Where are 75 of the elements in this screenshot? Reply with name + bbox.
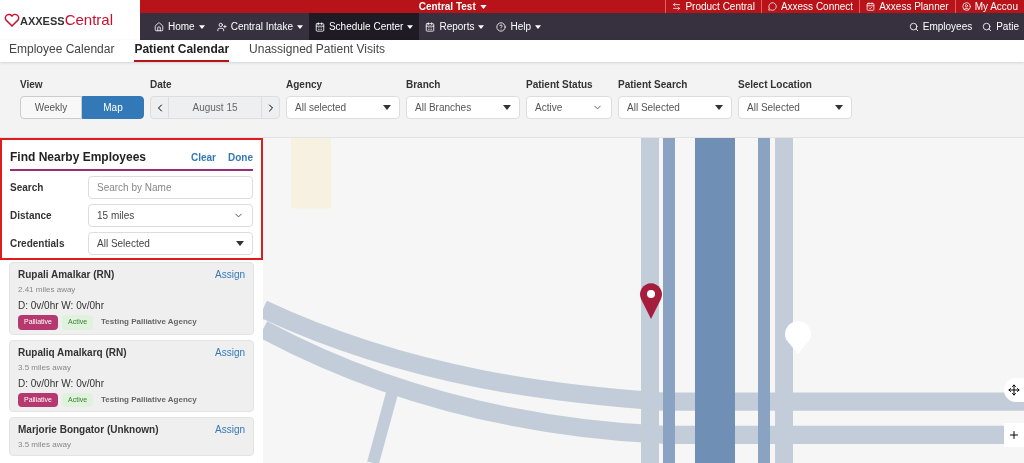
filter-dropdown[interactable]: All Branches (406, 96, 520, 119)
field-label: Credentials (10, 237, 66, 251)
filter-label: View (20, 78, 44, 92)
move-arrows-icon (1008, 384, 1020, 396)
calendar-tab[interactable]: Employee Calendar (9, 40, 115, 62)
calendar-tab[interactable]: Patient Calendar (134, 40, 230, 62)
caret-icon (407, 24, 414, 29)
nav-menu-item[interactable]: Central Intake (210, 13, 309, 40)
swap-icon (672, 2, 682, 11)
filter-label: Agency (286, 78, 324, 92)
date-display: August 15 (191, 101, 239, 115)
filter-dropdown[interactable]: All selected (286, 96, 400, 119)
panel-action-link[interactable]: Clear (191, 149, 216, 165)
field-label: Search (10, 181, 45, 195)
user-icon (961, 2, 971, 11)
caret-icon (835, 105, 843, 110)
calendar-icon (314, 21, 325, 32)
nav-menu-item[interactable]: Schedule Center (308, 13, 420, 40)
search-field[interactable]: Search by Name (88, 176, 253, 199)
employee-hours: D: 0v/0hr W: 0v/0hr (18, 376, 105, 391)
filter-dropdown[interactable]: All Selected (738, 96, 852, 119)
assign-link[interactable]: Assign (215, 422, 245, 437)
home-icon (154, 21, 164, 32)
panel-title: Find Nearby Employees (10, 149, 148, 166)
agency-name: Testing Palliative Agency (101, 316, 197, 329)
caret-icon (715, 105, 723, 110)
employee-name: Marjorie Bongator (Unknown) (18, 423, 159, 437)
nav-menu-item[interactable]: Help (490, 13, 548, 40)
search-link[interactable]: Patie (977, 19, 1024, 34)
assign-link[interactable]: Assign (215, 267, 245, 282)
user-plus-icon (216, 21, 227, 32)
caret-icon (535, 24, 542, 29)
search-link[interactable]: Employees (903, 19, 978, 34)
zoom-in-button[interactable] (1004, 423, 1024, 447)
field-dropdown[interactable]: All Selected (88, 232, 253, 255)
field-label: Distance (10, 209, 53, 223)
logo-wordmark: AXXESSCentral (20, 9, 113, 30)
employee-name: Rupali Amalkar (RN) (18, 268, 115, 282)
employee-name: Rupaliq Amalkarq (RN) (18, 345, 127, 360)
nav-menu-item[interactable]: Home (148, 13, 211, 40)
chat-icon (767, 2, 777, 11)
caret-icon (198, 24, 205, 29)
filter-dropdown[interactable]: All Selected (618, 96, 732, 119)
help-icon (496, 21, 507, 32)
caret-icon (479, 4, 487, 9)
search-icon (908, 21, 919, 32)
caret-icon (478, 24, 485, 29)
caret-icon (296, 24, 303, 29)
caret-icon (236, 241, 244, 246)
field-dropdown[interactable]: 15 miles (88, 204, 253, 227)
nav-menu-item[interactable]: Reports (419, 13, 491, 40)
panel-action-link[interactable]: Done (228, 149, 253, 165)
calendar-check-icon (866, 2, 876, 11)
employee-hours: D: 0v/0hr W: 0v/0hr (18, 299, 105, 313)
view-toggle[interactable]: Weekly (20, 96, 82, 119)
filter-label: Date (150, 78, 173, 92)
filter-label: Branch (406, 78, 442, 92)
filter-dropdown[interactable]: Active (526, 96, 612, 119)
view-toggle[interactable]: Map (82, 96, 144, 119)
calendar-tab[interactable]: Unassigned Patient Visits (249, 40, 385, 62)
employee-distance: 3.5 miles away (18, 439, 72, 451)
assign-link[interactable]: Assign (215, 344, 245, 360)
caret-icon (383, 105, 391, 110)
agency-name: Testing Palliative Agency (101, 393, 197, 406)
heart-logo-icon (4, 13, 20, 27)
employee-distance: 2.41 miles away (18, 284, 77, 296)
filter-label: Patient Search (618, 78, 689, 92)
filter-label: Select Location (738, 78, 813, 92)
filter-label: Patient Status (526, 78, 594, 92)
search-icon (982, 21, 993, 32)
caret-icon (503, 105, 511, 110)
employee-distance: 3.5 miles away (18, 361, 72, 374)
plus-icon (1008, 429, 1020, 441)
environment-title[interactable]: Central Test (418, 0, 476, 14)
calendar-icon (425, 21, 436, 32)
